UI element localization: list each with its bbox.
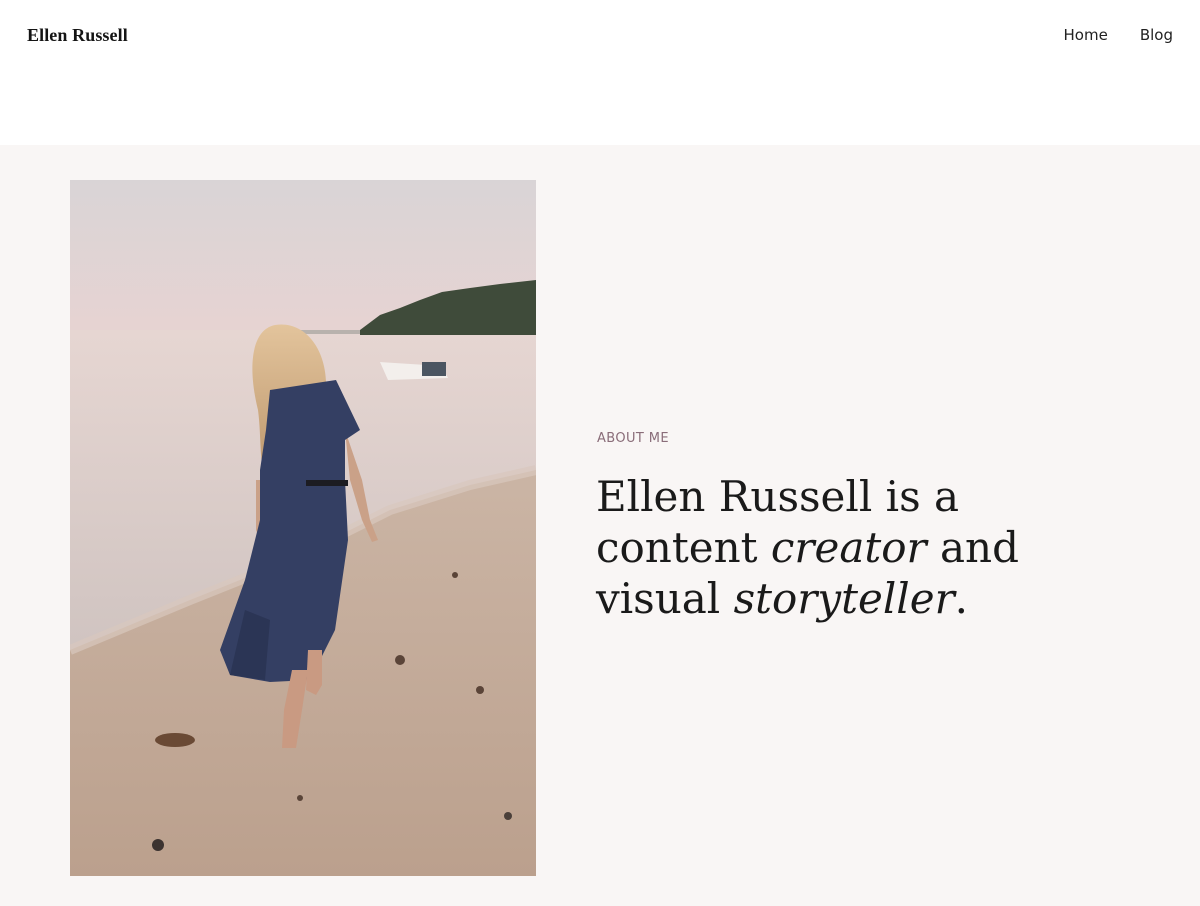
nav-blog-link[interactable]: Blog bbox=[1140, 24, 1173, 46]
nav-home-link[interactable]: Home bbox=[1064, 24, 1108, 46]
site-header: Ellen Russell Home Blog bbox=[0, 0, 1200, 145]
headline-emphasis-creator: creator bbox=[770, 523, 927, 572]
about-eyebrow: ABOUT ME bbox=[597, 431, 670, 446]
about-headline: Ellen Russell is a content creator and v… bbox=[596, 471, 1116, 624]
site-title[interactable]: Ellen Russell bbox=[27, 22, 128, 48]
headline-emphasis-storyteller: storyteller bbox=[733, 574, 955, 623]
main-nav: Home Blog bbox=[1064, 24, 1173, 46]
hero-photo bbox=[70, 180, 536, 876]
about-hero: ABOUT ME Ellen Russell is a content crea… bbox=[0, 145, 1200, 906]
headline-text-3: . bbox=[954, 574, 969, 623]
